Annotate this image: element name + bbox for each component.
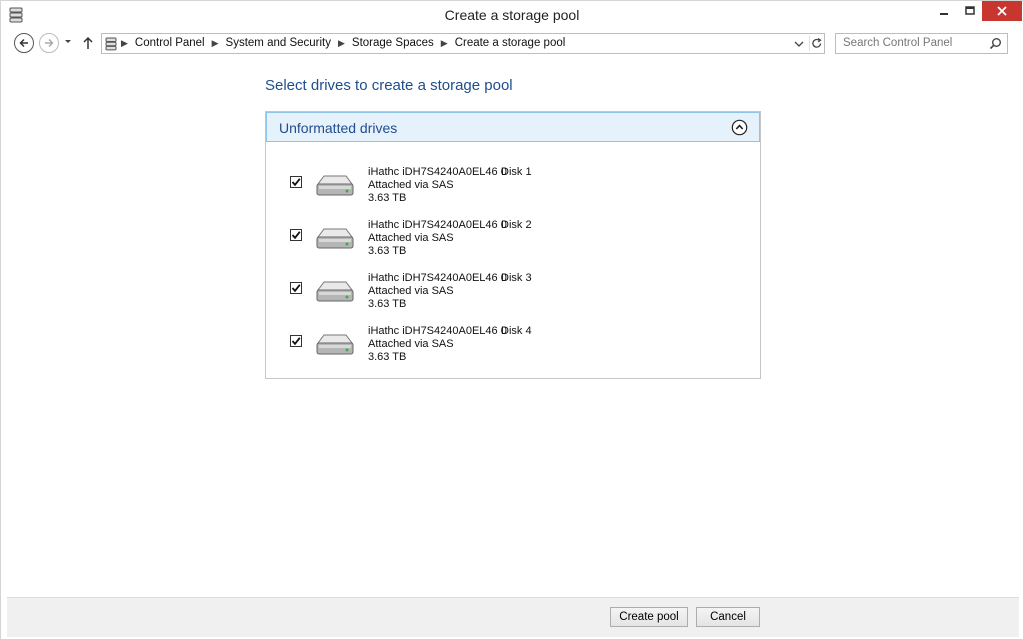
- list-item: iHathc iDH7S4240A0EL46 0Disk 4 Attached …: [266, 325, 760, 375]
- drive-name: iHathc iDH7S4240A0EL46 0: [368, 272, 507, 284]
- chevron-right-icon[interactable]: ▶: [338, 38, 345, 49]
- list-item: iHathc iDH7S4240A0EL46 0Disk 3 Attached …: [266, 272, 760, 322]
- drive-info: iHathc iDH7S4240A0EL46 0Disk 3 Attached …: [368, 272, 532, 311]
- list-item: iHathc iDH7S4240A0EL46 0Disk 2 Attached …: [266, 219, 760, 269]
- refresh-button[interactable]: [809, 36, 823, 51]
- list-item: iHathc iDH7S4240A0EL46 0Disk 1 Attached …: [266, 166, 760, 216]
- drive-checkbox[interactable]: [290, 282, 302, 294]
- maximize-icon: [965, 6, 975, 15]
- drive-connection: Attached via SAS: [368, 232, 454, 244]
- disk-number: Disk 2: [501, 219, 532, 231]
- disk-number: Disk 3: [501, 272, 532, 284]
- button-bar: Create pool Cancel: [7, 597, 1019, 637]
- maximize-button[interactable]: [959, 1, 981, 21]
- title-bar: Create a storage pool: [1, 1, 1023, 29]
- hard-drive-icon: [314, 329, 356, 361]
- drive-connection: Attached via SAS: [368, 285, 454, 297]
- chevron-up-icon: [731, 119, 748, 136]
- breadcrumb-current[interactable]: Create a storage pool: [455, 37, 566, 49]
- window-title: Create a storage pool: [444, 7, 580, 23]
- checkmark-icon: [291, 178, 301, 187]
- disk-number: Disk 4: [501, 325, 532, 337]
- breadcrumb-control-panel[interactable]: Control Panel: [135, 37, 205, 49]
- create-pool-button[interactable]: Create pool: [610, 607, 688, 627]
- minimize-button[interactable]: [933, 1, 955, 21]
- up-button[interactable]: [81, 35, 95, 51]
- close-button[interactable]: [982, 1, 1022, 21]
- hard-drive-icon: [314, 223, 356, 255]
- hard-drive-icon: [314, 170, 356, 202]
- cancel-button[interactable]: Cancel: [696, 607, 760, 627]
- breadcrumb: ▶ Control Panel ▶ System and Security ▶ …: [121, 37, 565, 49]
- storage-spaces-icon: [105, 37, 117, 51]
- drive-info: iHathc iDH7S4240A0EL46 0Disk 1 Attached …: [368, 166, 532, 205]
- forward-arrow-icon: [45, 38, 54, 48]
- breadcrumb-storage-spaces[interactable]: Storage Spaces: [352, 37, 434, 49]
- address-bar[interactable]: ▶ Control Panel ▶ System and Security ▶ …: [101, 33, 825, 54]
- search-icon[interactable]: [989, 37, 1002, 50]
- back-arrow-icon: [19, 38, 28, 48]
- drive-info: iHathc iDH7S4240A0EL46 0Disk 4 Attached …: [368, 325, 532, 364]
- drive-size: 3.63 TB: [368, 298, 407, 310]
- checkmark-icon: [291, 337, 301, 346]
- forward-button[interactable]: [39, 33, 59, 53]
- checkmark-icon: [291, 231, 301, 240]
- chevron-right-icon: ▶: [121, 37, 128, 48]
- close-icon: [997, 6, 1007, 16]
- up-arrow-icon: [83, 36, 93, 49]
- hard-drive-icon: [314, 276, 356, 308]
- chevron-right-icon[interactable]: ▶: [441, 38, 448, 49]
- unformatted-drives-header[interactable]: Unformatted drives: [266, 112, 760, 142]
- chevron-down-icon: [65, 40, 71, 43]
- drive-size: 3.63 TB: [368, 351, 407, 363]
- minimize-icon: [940, 13, 948, 15]
- page-heading: Select drives to create a storage pool: [265, 77, 513, 94]
- navigation-bar: ▶ Control Panel ▶ System and Security ▶ …: [1, 29, 1023, 59]
- drive-checkbox[interactable]: [290, 335, 302, 347]
- checkmark-icon: [291, 284, 301, 293]
- drives-panel: Unformatted drives iHathc iDH7S4240A0EL4…: [265, 111, 761, 379]
- storage-pool-window: Create a storage pool ▶ Control Panel ▶ …: [0, 0, 1024, 640]
- breadcrumb-system-security[interactable]: System and Security: [226, 37, 331, 49]
- search-placeholder: Search Control Panel: [843, 37, 953, 49]
- chevron-right-icon[interactable]: ▶: [212, 38, 219, 49]
- search-input[interactable]: Search Control Panel: [835, 33, 1008, 54]
- chevron-down-icon: [794, 41, 804, 47]
- drive-name: iHathc iDH7S4240A0EL46 0: [368, 166, 507, 178]
- disk-number: Disk 1: [501, 166, 532, 178]
- recent-locations-button[interactable]: [63, 37, 73, 47]
- refresh-icon: [812, 37, 822, 48]
- section-title: Unformatted drives: [279, 120, 398, 136]
- drive-size: 3.63 TB: [368, 192, 407, 204]
- back-button[interactable]: [14, 33, 34, 53]
- drive-name: iHathc iDH7S4240A0EL46 0: [368, 219, 507, 231]
- collapse-button[interactable]: [731, 119, 748, 136]
- drive-checkbox[interactable]: [290, 176, 302, 188]
- drive-connection: Attached via SAS: [368, 179, 454, 191]
- drive-connection: Attached via SAS: [368, 338, 454, 350]
- drive-info: iHathc iDH7S4240A0EL46 0Disk 2 Attached …: [368, 219, 532, 258]
- drive-name: iHathc iDH7S4240A0EL46 0: [368, 325, 507, 337]
- drive-size: 3.63 TB: [368, 245, 407, 257]
- drive-checkbox[interactable]: [290, 229, 302, 241]
- main-content: Select drives to create a storage pool U…: [7, 59, 1019, 597]
- address-dropdown-button[interactable]: [792, 36, 806, 51]
